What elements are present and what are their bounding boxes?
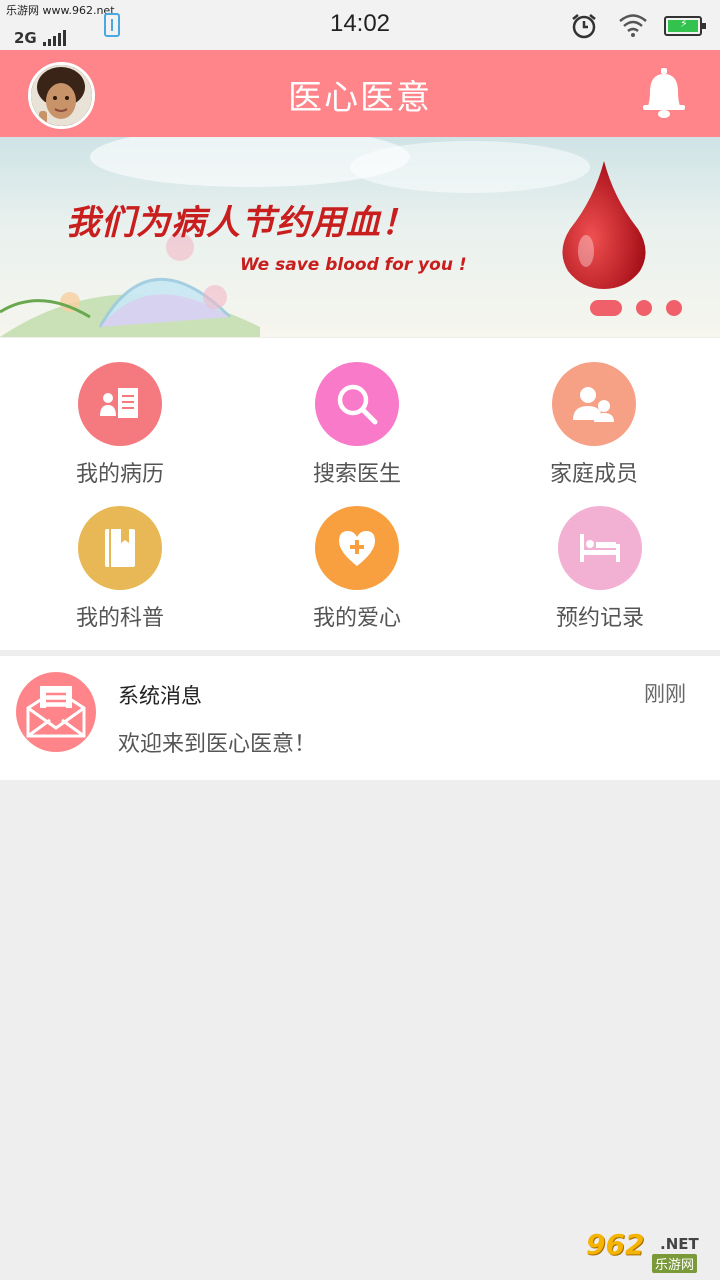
- blood-drop-icon: [562, 161, 646, 289]
- feature-grid: 我的病历 搜索医生 家庭成员 我的科普 我的爱心 预约记录: [0, 338, 720, 650]
- menu-family-members[interactable]: 家庭成员: [474, 362, 714, 488]
- status-time: 14:02: [329, 10, 391, 37]
- menu-appointments[interactable]: 预约记录: [480, 506, 720, 632]
- status-bar: 乐游网 www.962.net 2G 14:02: [0, 0, 720, 50]
- menu-label: 家庭成员: [549, 462, 638, 487]
- message-title: 系统消息: [118, 684, 202, 708]
- message-item[interactable]: 系统消息 刚刚 欢迎来到医心医意！: [0, 656, 720, 780]
- banner-headline: 我们为病人节约用血！: [66, 203, 416, 243]
- menu-label: 搜索医生: [312, 462, 401, 487]
- menu-search-doctor[interactable]: 搜索医生: [237, 362, 477, 488]
- search-icon: [315, 362, 399, 446]
- family-members-icon: [552, 362, 636, 446]
- pager-dot[interactable]: [590, 300, 622, 316]
- menu-label: 我的爱心: [312, 606, 401, 631]
- heart-plus-icon: [315, 506, 399, 590]
- pager-dot[interactable]: [666, 300, 682, 316]
- message-body: 欢迎来到医心医意！: [118, 732, 317, 757]
- bed-icon: [558, 506, 642, 590]
- battery-icon: [664, 16, 706, 36]
- menu-label: 我的科普: [75, 606, 164, 631]
- alarm-icon: [572, 14, 596, 39]
- medical-record-icon: [78, 362, 162, 446]
- wifi-icon: [619, 14, 647, 37]
- banner-tagline: We save blood for you !: [240, 255, 467, 275]
- book-icon: [78, 506, 162, 590]
- page-title: 医心医意: [288, 78, 432, 118]
- menu-my-records[interactable]: 我的病历: [0, 362, 240, 488]
- menu-label: 我的病历: [75, 462, 164, 487]
- app-header: 医心医意: [0, 50, 720, 137]
- promo-banner[interactable]: 我们为病人节约用血！ We save blood for you !: [0, 137, 720, 337]
- bell-icon[interactable]: [640, 66, 688, 120]
- watermark-number: 962: [586, 1228, 645, 1261]
- watermark-site: 乐游网: [652, 1254, 698, 1273]
- pager-dot[interactable]: [636, 300, 652, 316]
- menu-my-love[interactable]: 我的爱心: [237, 506, 477, 632]
- envelope-icon: [16, 672, 96, 752]
- menu-label: 预约记录: [555, 606, 644, 631]
- menu-my-science[interactable]: 我的科普: [0, 506, 240, 632]
- watermark-domain: .NET: [660, 1235, 699, 1253]
- message-time: 刚刚: [644, 682, 686, 706]
- banner-pager: [590, 300, 682, 316]
